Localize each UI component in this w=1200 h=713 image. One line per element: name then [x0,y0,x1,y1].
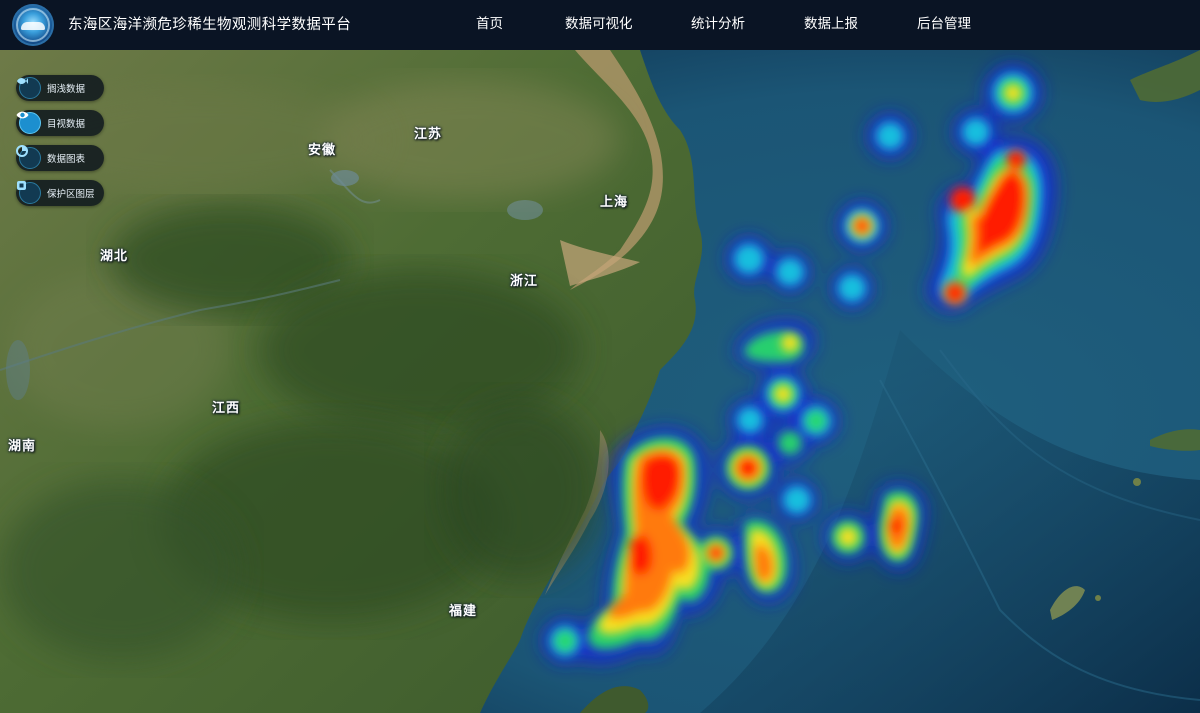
nav-statistics[interactable]: 统计分析 [691,0,745,50]
province-label-shanghai: 上海 [600,194,629,209]
fish-icon [17,77,41,99]
province-label-hubei: 湖北 [100,248,129,263]
shield-layer-icon [17,181,41,204]
province-label-fujian: 福建 [449,603,478,618]
platform-logo[interactable] [12,4,54,46]
chart-icon [16,145,41,169]
nav-data-visualization[interactable]: 数据可视化 [565,0,633,50]
top-navbar: 东海区海洋濒危珍稀生物观测科学数据平台 首页 数据可视化 统计分析 数据上报 后… [0,0,1200,50]
layer-chart-label: 数据图表 [47,154,86,165]
layer-protected-label: 保护区图层 [47,189,95,200]
province-label-zhejiang: 浙江 [510,273,539,288]
province-label-jiangsu: 江苏 [414,126,443,141]
province-label-hunan: 湖南 [8,438,37,453]
province-label-jiangxi: 江西 [212,400,241,415]
layer-stranding-label: 搁浅数据 [47,84,86,95]
layer-stranding-data-button[interactable]: 搁浅数据 [16,75,104,101]
layer-protected-area-button[interactable]: 保护区图层 [16,180,104,206]
layer-visual-data-button[interactable]: 目视数据 [16,110,104,136]
nav-admin[interactable]: 后台管理 [917,0,971,50]
platform-title: 东海区海洋濒危珍稀生物观测科学数据平台 [68,17,352,33]
eye-icon [16,111,41,134]
satellite-map[interactable]: 安徽 江苏 上海 湖北 浙江 江西 湖南 福建 搁浅数据 目视数据 数据图表 保… [0,50,1200,713]
layer-visual-label: 目视数据 [47,119,86,130]
nav-data-report[interactable]: 数据上报 [804,0,858,50]
app-root: 东海区海洋濒危珍稀生物观测科学数据平台 首页 数据可视化 统计分析 数据上报 后… [0,0,1200,713]
map-canvas [0,50,1200,713]
nav-home[interactable]: 首页 [476,0,503,50]
layer-data-chart-button[interactable]: 数据图表 [16,145,104,171]
province-label-anhui: 安徽 [308,142,337,157]
